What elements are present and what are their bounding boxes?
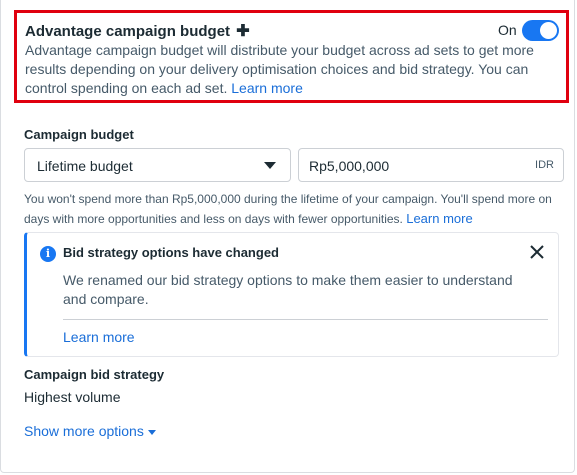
show-more-options-link[interactable]: Show more options [24, 423, 156, 439]
budget-type-select[interactable]: Lifetime budget [24, 148, 291, 182]
show-more-options-label: Show more options [24, 423, 144, 439]
advantage-title: Advantage campaign budget ✚ [25, 21, 250, 41]
toggle-label: On [498, 22, 517, 38]
bid-strategy-label: Campaign bid strategy [24, 367, 165, 382]
plus-icon: ✚ [236, 23, 250, 40]
advantage-description: Advantage campaign budget will distribut… [25, 41, 565, 98]
notice-divider [63, 319, 548, 320]
currency-suffix: IDR [535, 159, 554, 171]
budget-type-value: Lifetime budget [37, 158, 133, 174]
notice-title: Bid strategy options have changed [63, 245, 279, 260]
toggle-knob [540, 22, 557, 39]
budget-panel: Advantage campaign budget ✚ On Advantage… [0, 0, 575, 473]
campaign-budget-label: Campaign budget [24, 127, 134, 142]
budget-learn-more-link[interactable]: Learn more [406, 211, 472, 226]
close-icon[interactable] [528, 243, 546, 261]
advantage-title-text: Advantage campaign budget [25, 23, 231, 40]
bid-strategy-value: Highest volume [24, 389, 121, 405]
advantage-toggle[interactable] [522, 20, 559, 41]
advantage-budget-box: Advantage campaign budget ✚ On Advantage… [14, 10, 569, 103]
notice-body: We renamed our bid strategy options to m… [63, 272, 513, 307]
budget-note: You won't spend more than Rp5,000,000 du… [24, 190, 559, 229]
budget-amount-input[interactable]: Rp5,000,000 IDR [298, 148, 564, 182]
caret-down-icon [147, 429, 156, 435]
budget-amount-value: Rp5,000,000 [309, 158, 390, 174]
notice-learn-more-link[interactable]: Learn more [63, 329, 135, 345]
bid-strategy-notice: i Bid strategy options have changed We r… [24, 232, 559, 357]
advantage-learn-more-link[interactable]: Learn more [231, 80, 303, 96]
caret-down-icon [264, 162, 276, 169]
info-icon: i [40, 246, 56, 262]
